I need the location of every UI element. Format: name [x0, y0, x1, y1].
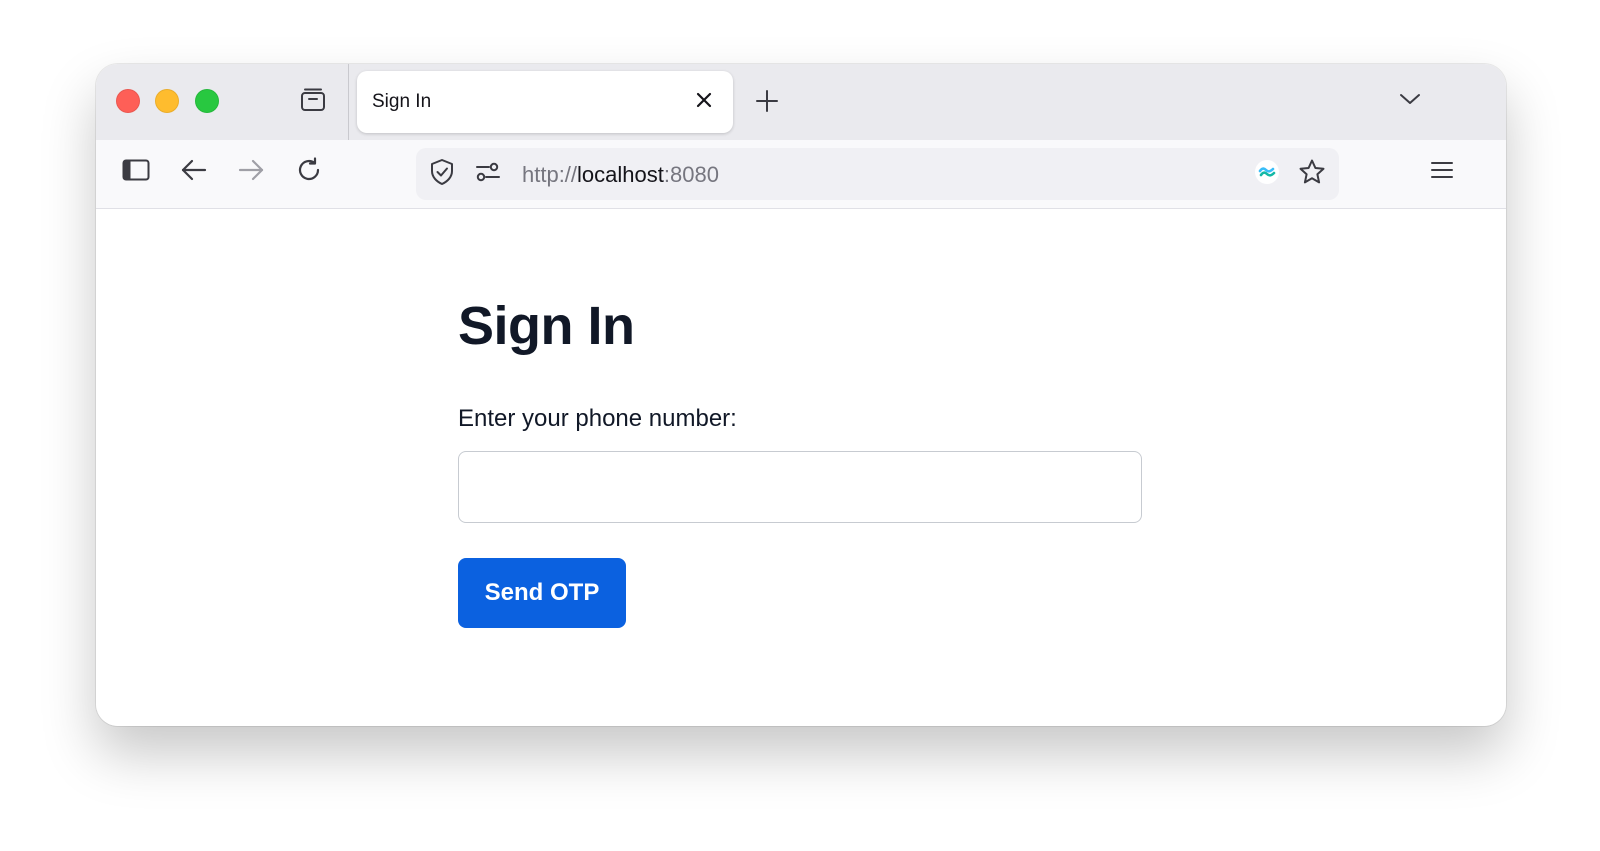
sidebar-toggle-button[interactable]: [118, 154, 154, 190]
star-icon: [1298, 158, 1326, 191]
extension-icon: [1254, 159, 1280, 190]
reload-button[interactable]: [291, 154, 327, 190]
address-bar[interactable]: http://localhost:8080: [416, 148, 1339, 200]
application-menu-button[interactable]: [1424, 154, 1460, 190]
bookmark-button[interactable]: [1296, 158, 1328, 190]
tab-title: Sign In: [372, 91, 432, 112]
page-title: Sign In: [458, 296, 635, 356]
url-text[interactable]: http://localhost:8080: [522, 162, 719, 188]
url-port: :8080: [663, 162, 719, 187]
url-scheme: http://: [522, 162, 578, 187]
chevron-down-icon: [1398, 87, 1422, 116]
reload-icon: [296, 156, 322, 188]
window-close-button[interactable]: [116, 89, 140, 113]
tab-separator: [348, 64, 349, 140]
extension-button[interactable]: [1252, 159, 1282, 189]
forward-button[interactable]: [233, 154, 269, 190]
browser-window: Sign In http://localhost:8080 Sign In En…: [96, 64, 1506, 726]
tracking-protection-button[interactable]: [426, 158, 458, 190]
tab-bar: Sign In: [96, 64, 1506, 140]
tab-sign-in[interactable]: Sign In: [357, 71, 733, 133]
shield-icon: [429, 158, 455, 191]
arrow-left-icon: [181, 159, 207, 186]
new-tab-button[interactable]: [750, 86, 784, 120]
navigation-toolbar: http://localhost:8080: [96, 140, 1506, 209]
arrow-right-icon: [238, 159, 264, 186]
url-host: localhost: [577, 162, 664, 187]
list-all-tabs-button[interactable]: [1393, 84, 1427, 118]
window-minimize-button[interactable]: [155, 89, 179, 113]
plus-icon: [755, 89, 779, 118]
tab-close-button[interactable]: [690, 88, 718, 116]
sidebar-icon: [122, 159, 150, 186]
window-maximize-button[interactable]: [195, 89, 219, 113]
phone-number-input[interactable]: [458, 451, 1142, 523]
back-button[interactable]: [176, 154, 212, 190]
send-otp-button[interactable]: Send OTP: [458, 558, 626, 628]
site-permissions-button[interactable]: [472, 158, 504, 190]
phone-number-label: Enter your phone number:: [458, 405, 737, 432]
page-content: Sign In Enter your phone number: Send OT…: [96, 209, 1506, 726]
permissions-icon: [475, 162, 501, 187]
tab-overview-button[interactable]: [297, 86, 329, 118]
hamburger-menu-icon: [1430, 160, 1454, 185]
close-icon: [695, 91, 713, 114]
tab-overview-icon: [299, 86, 327, 119]
